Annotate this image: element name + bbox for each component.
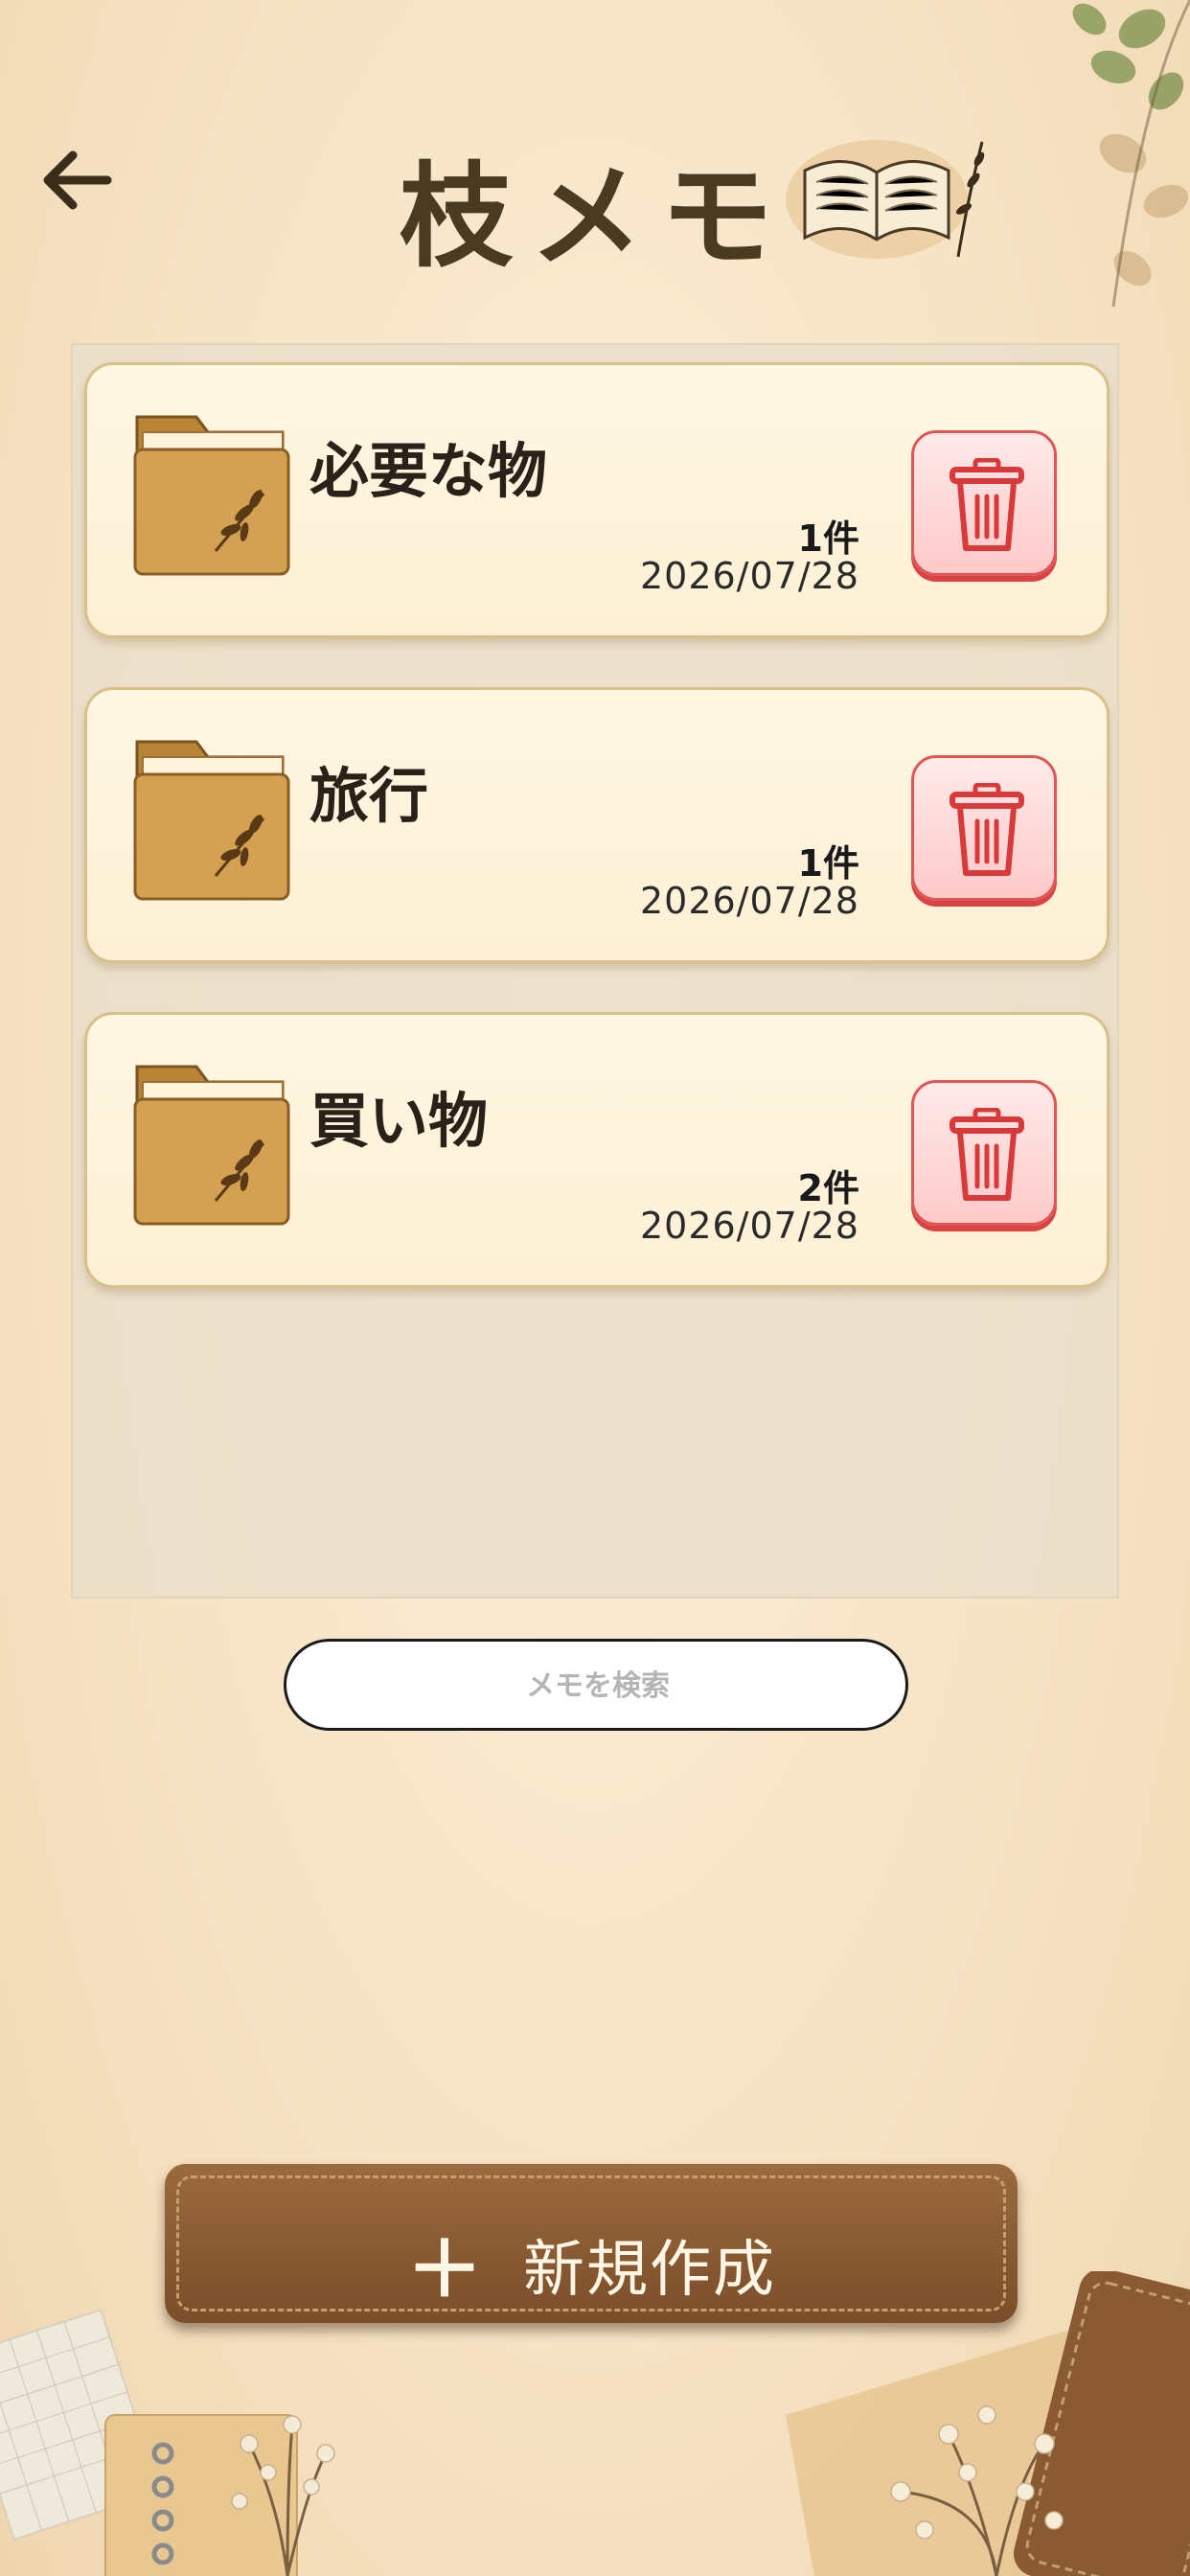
delete-button[interactable] — [911, 430, 1057, 576]
trash-icon — [950, 783, 1024, 876]
folder-icon — [133, 415, 290, 576]
folder-date: 2026/07/28 — [639, 555, 859, 597]
memo-count: 2件 — [797, 1167, 859, 1209]
search-input[interactable] — [286, 1642, 909, 1730]
folder-icon — [133, 1065, 290, 1226]
folder-date: 2026/07/28 — [639, 880, 859, 922]
memo-count: 1件 — [797, 842, 859, 885]
book-icon — [786, 140, 985, 259]
folder-card[interactable]: 買い物 2件 2026/07/28 — [84, 1012, 1110, 1288]
search-field[interactable] — [284, 1639, 909, 1731]
folder-name: 旅行 — [309, 761, 429, 831]
folder-date: 2026/07/28 — [639, 1205, 859, 1247]
delete-button[interactable] — [911, 755, 1057, 901]
folder-icon — [133, 740, 290, 901]
folder-card[interactable]: 必要な物 1件 2026/07/28 — [84, 362, 1110, 638]
folder-name: 必要な物 — [309, 436, 548, 506]
plus-icon: ＋ — [406, 2225, 485, 2314]
notebook-flowers-decoration-icon — [0, 2310, 335, 2576]
folder-name: 買い物 — [309, 1086, 489, 1156]
leather-notebook-decoration-icon — [786, 2271, 1190, 2576]
page-title: 枝メモ — [399, 150, 790, 283]
memo-count: 1件 — [797, 518, 859, 560]
delete-button[interactable] — [911, 1080, 1057, 1226]
trash-icon — [950, 1108, 1024, 1201]
folder-list: 必要な物 1件 2026/07/28 旅行 1件 2026/07/28 買い物 … — [71, 343, 1119, 1598]
folder-card[interactable]: 旅行 1件 2026/07/28 — [84, 687, 1110, 963]
new-create-label: 新規作成 — [523, 2235, 776, 2306]
trash-icon — [950, 458, 1024, 551]
